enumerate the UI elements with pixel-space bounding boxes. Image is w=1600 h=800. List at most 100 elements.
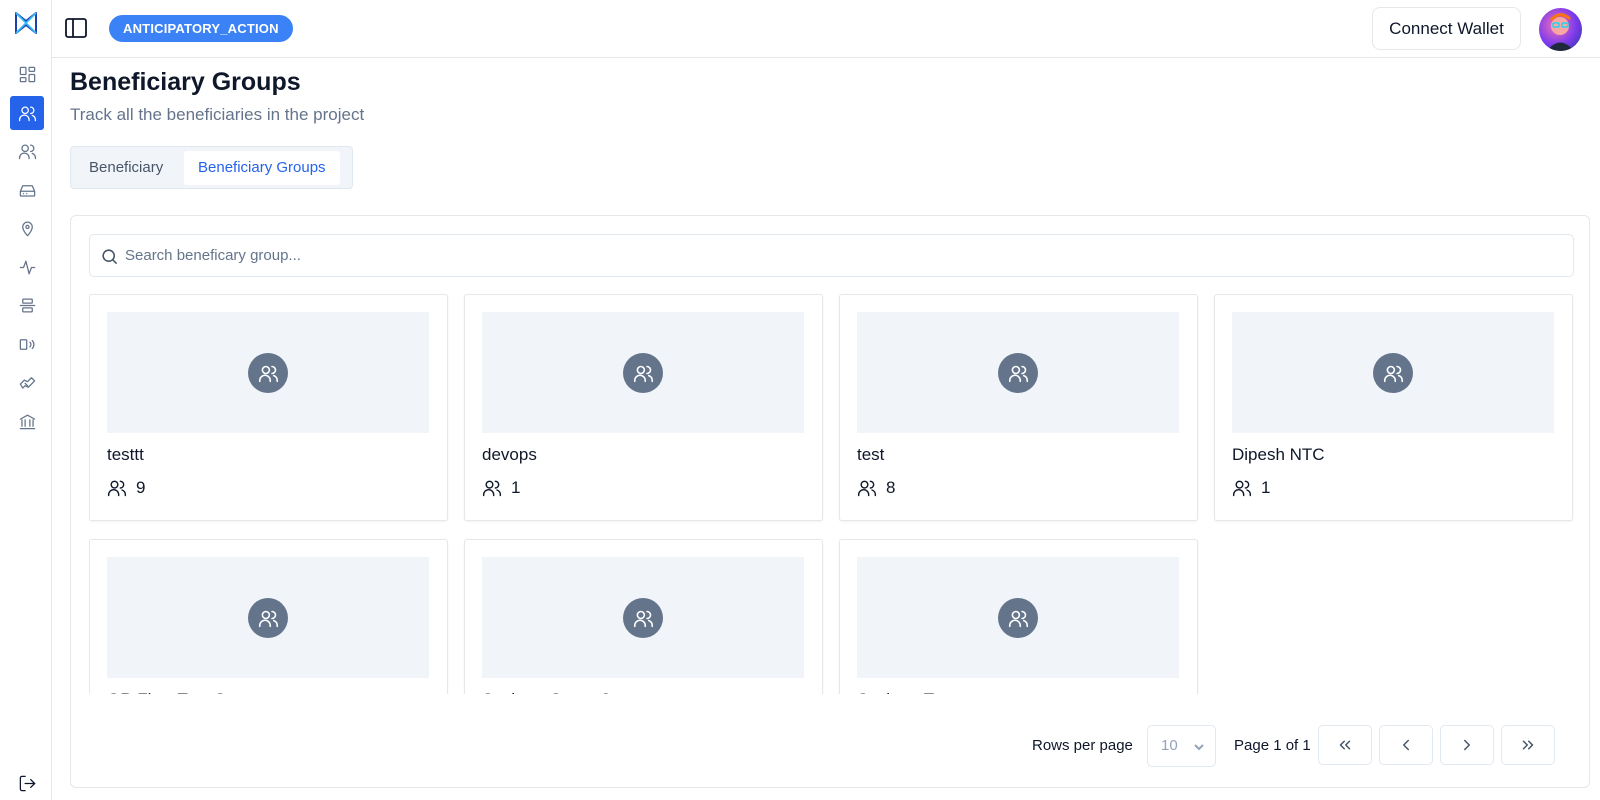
sidebar-item-beneficiaries[interactable]	[10, 96, 44, 130]
users-icon	[482, 480, 502, 497]
rows-per-page-label: Rows per page	[1032, 737, 1133, 754]
member-count-value: 9	[136, 478, 146, 497]
group-avatar	[998, 598, 1038, 638]
group-avatar	[623, 598, 663, 638]
users-icon	[258, 365, 278, 382]
group-avatar	[248, 353, 288, 393]
group-name: QR Flow Test Group	[107, 690, 261, 694]
group-card[interactable]: Dipesh NTC 1	[1214, 294, 1573, 521]
chevrons-left-icon	[1339, 740, 1351, 750]
sidebar-item-activity[interactable]	[10, 250, 44, 284]
group-icon	[18, 144, 36, 159]
member-count-value: 1	[1261, 478, 1271, 497]
page-title: Beneficiary Groups	[70, 68, 301, 96]
group-card[interactable]: devops 1	[464, 294, 823, 521]
users-icon	[857, 480, 877, 497]
users-icon	[1232, 480, 1252, 497]
users-icon	[1008, 610, 1028, 627]
users-icon	[258, 610, 278, 627]
chevron-down-icon	[1194, 744, 1204, 751]
users-icon	[1008, 365, 1028, 382]
users-icon	[633, 610, 653, 627]
users-icon	[1383, 365, 1403, 382]
member-count: 1	[482, 478, 520, 498]
location-icon	[21, 221, 33, 236]
sidebar-toggle-button[interactable]	[64, 16, 88, 40]
sidebar-item-dashboard[interactable]	[10, 57, 44, 91]
group-card[interactable]: testtt 9	[89, 294, 448, 521]
activity-icon	[19, 260, 35, 274]
member-count: 1	[1232, 478, 1270, 498]
search-box	[89, 234, 1574, 277]
group-avatar	[248, 598, 288, 638]
group-thumbnail	[482, 557, 804, 678]
search-input[interactable]	[125, 235, 1565, 276]
group-card[interactable]: Sushant Test	[839, 539, 1198, 694]
sidebar-item-location[interactable]	[10, 211, 44, 245]
users-icon	[633, 365, 653, 382]
tab-beneficiary[interactable]: Beneficiary	[75, 151, 177, 185]
groups-grid: testtt 9 devops 1 test8 Dipesh NTC 1 QR Flow Te…	[89, 294, 1579, 694]
users-icon	[107, 480, 127, 497]
bank-icon	[19, 414, 35, 429]
rows-per-page-value: 10	[1161, 737, 1178, 754]
handshake-icon	[19, 376, 35, 389]
chevron-right-icon	[1464, 739, 1470, 751]
group-card[interactable]: test 8	[839, 294, 1198, 521]
group-avatar	[1373, 353, 1413, 393]
previous-page-button[interactable]	[1379, 725, 1433, 765]
group-thumbnail	[107, 557, 429, 678]
app-logo-icon[interactable]	[13, 10, 39, 36]
page-indicator: Page 1 of 1	[1234, 737, 1311, 754]
chevrons-right-icon	[1522, 740, 1534, 750]
sidebar-item-stakeholders[interactable]	[10, 134, 44, 168]
tab-beneficiary-groups[interactable]: Beneficiary Groups	[184, 151, 340, 185]
sidebar	[0, 0, 52, 800]
first-page-button[interactable]	[1318, 725, 1372, 765]
group-card[interactable]: QR Flow Test Group	[89, 539, 448, 694]
group-card[interactable]: Sushant Group 3	[464, 539, 823, 694]
group-name: devops	[482, 445, 537, 464]
member-count-value: 1	[511, 478, 521, 497]
tab-list: Beneficiary Beneficiary Groups	[70, 146, 353, 189]
group-name: test	[857, 445, 885, 464]
logout-icon	[19, 775, 35, 791]
broadcast-icon	[19, 338, 34, 350]
drive-icon	[19, 184, 35, 197]
member-count-value: 8	[886, 478, 896, 497]
rows-per-page-select[interactable]: 10	[1147, 725, 1216, 767]
chevron-left-icon	[1403, 739, 1409, 751]
connect-wallet-button[interactable]: Connect Wallet	[1372, 7, 1521, 50]
logout-button[interactable]	[10, 766, 44, 800]
project-badge: ANTICIPATORY_ACTION	[109, 15, 293, 42]
group-name: Sushant Group 3	[482, 690, 611, 694]
sidebar-item-vendors[interactable]	[10, 365, 44, 399]
next-page-button[interactable]	[1440, 725, 1494, 765]
sidebar-item-bank[interactable]	[10, 404, 44, 438]
search-icon	[102, 249, 118, 265]
align-icon	[19, 298, 35, 312]
sidebar-item-communications[interactable]	[10, 327, 44, 361]
page-subtitle: Track all the beneficiaries in the proje…	[70, 105, 365, 124]
group-name: testtt	[107, 445, 144, 464]
last-page-button[interactable]	[1501, 725, 1555, 765]
group-avatar	[623, 353, 663, 393]
sidebar-item-align[interactable]	[10, 288, 44, 322]
group-name: Dipesh NTC	[1232, 445, 1325, 464]
top-header: ANTICIPATORY_ACTION Connect Wallet	[52, 0, 1600, 58]
group-avatar	[998, 353, 1038, 393]
sidebar-item-drive[interactable]	[10, 173, 44, 207]
member-count: 9	[107, 478, 145, 498]
users-icon	[18, 106, 36, 121]
group-thumbnail	[482, 312, 804, 433]
group-thumbnail	[857, 557, 1179, 678]
avatar[interactable]	[1539, 8, 1582, 51]
group-thumbnail	[107, 312, 429, 433]
member-count: 8	[857, 478, 895, 498]
panel-left-icon	[65, 18, 87, 38]
group-thumbnail	[1232, 312, 1554, 433]
group-thumbnail	[857, 312, 1179, 433]
groups-panel: testtt 9 devops 1 test8 Dipesh NTC 1 QR Flow Te…	[70, 215, 1590, 788]
dashboard-icon	[19, 66, 35, 82]
group-name: Sushant Test	[857, 690, 955, 694]
